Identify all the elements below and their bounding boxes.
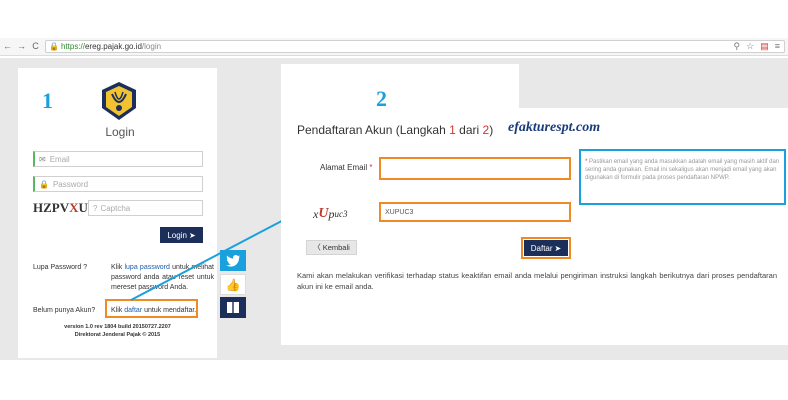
version-footer: version 1.0 rev 1804 build 20150727.2207… [18,323,217,339]
highlight-daftar-link [105,299,198,318]
captcha-input[interactable]: ? Captcha [88,200,203,216]
url-path: /login [141,42,162,51]
registration-title: Pendaftaran Akun (Langkah 1 dari 2) [297,123,493,137]
step-number-2: 2 [376,86,387,111]
current-step: 1 [449,123,456,137]
required-mark: * [369,163,373,172]
menu-icon[interactable]: ≡ [775,41,780,52]
envelope-icon: ✉ [39,154,46,164]
captcha2-glyph-2: U [318,206,329,221]
login-button-label: Login [167,230,187,240]
title-suffix: ) [489,123,494,137]
email-field[interactable]: ✉ Email [33,151,203,167]
email-placeholder: Email [49,154,70,164]
highlight-captcha-input [379,202,571,222]
password-field[interactable]: 🔒 Password [33,176,203,192]
question-icon: ? [93,203,98,213]
key-icon[interactable]: ⚲ [734,41,741,52]
captcha-glyphs-2: X [69,199,79,215]
registration-panel [281,108,788,345]
back-icon[interactable]: ← [2,41,13,51]
captcha-glyphs-3: U [78,199,88,215]
arrow-left-circle-icon: 〈 [313,243,321,252]
step-number-1: 1 [42,88,53,113]
captcha-placeholder: Captcha [100,203,131,213]
url-scheme: https:// [60,42,85,51]
extension-icon[interactable]: ▤ [760,41,769,52]
copyright-text: Direktorat Jenderal Pajak © 2015 [74,332,161,338]
email-label-text: Alamat Email [320,163,368,172]
book-icon[interactable] [220,297,246,318]
highlight-daftar-button [521,237,571,259]
twitter-icon[interactable] [220,250,246,271]
login-button[interactable]: Login ➤ [160,227,203,243]
email-label: Alamat Email * [320,163,372,172]
lupa-password-label: Lupa Password ? [33,264,88,271]
verification-note: Kami akan melakukan verifikasi terhadap … [297,271,777,291]
captcha2-glyph-6: 3 [342,209,348,219]
address-bar-icons: ⚲ ☆ ▤ ≡ [734,41,780,52]
highlight-email-input [379,157,571,180]
screenshot-page: ← → C 🔒 https:// ereg.pajak.go.id /login… [0,0,788,400]
captcha-glyphs-1: HZPV [33,199,70,215]
watermark-text: efakturespt.com [508,120,601,135]
highlight-info-box [579,149,786,205]
djp-logo-icon [102,82,136,120]
belum-punya-akun-label: Belum punya Akun? [33,307,96,314]
lupa-password-link[interactable]: lupa password [124,264,169,271]
url-host: ereg.pajak.go.id [84,42,142,51]
lupa-prefix: Klik [111,264,125,271]
lock-icon: 🔒 [39,179,49,189]
address-bar[interactable]: 🔒 https:// ereg.pajak.go.id /login ⚲ ☆ ▤… [45,40,785,53]
password-placeholder: Password [52,179,89,189]
login-title: Login [105,125,135,139]
lock-icon: 🔒 [49,42,59,51]
reload-icon[interactable]: C [30,41,41,51]
bookmark-star-icon[interactable]: ☆ [746,41,754,52]
forward-icon[interactable]: → [16,41,27,51]
lupa-password-text: Klik lupa password untuk melihat passwor… [111,263,214,293]
title-mid: dari [455,123,483,137]
version-text: version 1.0 rev 1804 build 20150727.2207 [64,324,171,330]
captcha-image-registration: x U p u c 3 [313,206,373,222]
thumbs-up-icon[interactable]: 👍 [220,274,246,295]
arrow-right-circle-icon: ➤ [188,230,196,240]
captcha-image: HZPV X U [33,198,88,217]
kembali-button[interactable]: 〈 Kembali [306,240,357,255]
title-prefix: Pendaftaran Akun (Langkah [297,123,450,137]
browser-toolbar: ← → C 🔒 https:// ereg.pajak.go.id /login… [0,38,788,56]
kembali-button-label: Kembali [322,243,350,252]
